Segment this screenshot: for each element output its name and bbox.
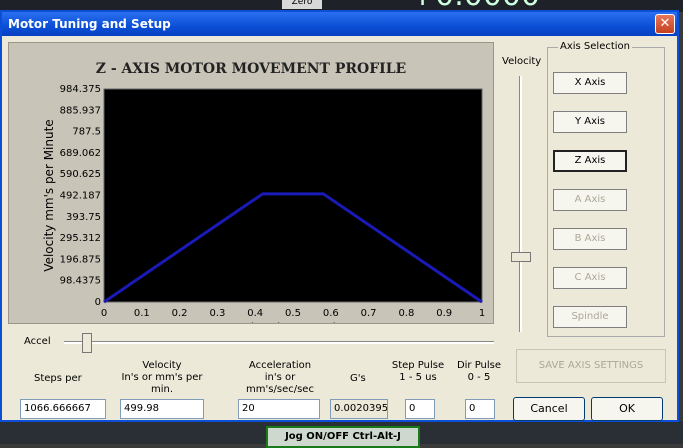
x-tick-label: 0: [101, 308, 107, 319]
y-tick-label: 98.4375: [60, 276, 101, 287]
axis-selection-title: Axis Selection: [558, 41, 633, 52]
x-tick-label: 0.3: [209, 308, 225, 319]
x-tick-label: 0.4: [247, 308, 263, 319]
motor-tuning-dialog: Motor Tuning and Setup ✕ Z - AXIS MOTOR …: [0, 10, 679, 422]
y-tick-label: 196.875: [60, 254, 101, 265]
dir-pulse-label-line1: Dir Pulse: [456, 360, 502, 371]
x-tick-label: 0.7: [361, 308, 377, 319]
acceleration-field[interactable]: 20: [238, 399, 320, 419]
x-tick-label: 0.9: [436, 308, 452, 319]
y-tick-label: 689.062: [60, 148, 101, 159]
velocity-label: Velocity In's or mm's per min.: [112, 360, 212, 396]
cancel-button[interactable]: Cancel: [513, 397, 585, 421]
x-tick-label: 1: [479, 308, 485, 319]
step-pulse-label-line2: 1 - 5 us: [399, 372, 437, 383]
axis-button-b-axis: B Axis: [553, 228, 627, 250]
background-jog-button: Jog ON/OFF Ctrl-Alt-J: [266, 426, 420, 448]
step-pulse-label: Step Pulse 1 - 5 us: [388, 360, 448, 384]
step-pulse-label-line1: Step Pulse: [391, 360, 445, 371]
x-tick-label: 0.6: [323, 308, 339, 319]
acceleration-label: Acceleration in's or mm's/sec/sec: [230, 360, 330, 396]
velocity-label-line2: In's or mm's per min.: [121, 372, 203, 395]
save-axis-settings-button[interactable]: SAVE AXIS SETTINGS: [516, 349, 666, 383]
y-tick-label: 590.625: [60, 169, 101, 180]
accel-slider-label: Accel: [24, 336, 51, 347]
gs-label: G's: [350, 373, 366, 384]
background-zero-button: Zero: [282, 0, 322, 9]
velocity-field[interactable]: 499.98: [120, 399, 204, 419]
accel-slider-thumb[interactable]: [82, 333, 92, 353]
x-tick-label: 0.1: [134, 308, 150, 319]
y-tick-label: 0: [95, 297, 101, 308]
accel-slider-track[interactable]: [64, 341, 494, 344]
axis-button-c-axis: C Axis: [553, 267, 627, 289]
dialog-titlebar: Motor Tuning and Setup ✕: [2, 12, 677, 36]
dir-pulse-label: Dir Pulse 0 - 5: [454, 360, 504, 384]
y-tick-label: 885.937: [60, 105, 101, 116]
dir-pulse-field[interactable]: 0: [465, 399, 495, 419]
y-axis-title: Velocity mm's per Minute: [42, 119, 56, 271]
y-tick-label: 984.375: [60, 84, 101, 95]
dialog-title: Motor Tuning and Setup: [8, 17, 171, 31]
axis-button-y-axis[interactable]: Y Axis: [553, 111, 627, 133]
x-axis-title: Time in Seconds: [243, 321, 342, 323]
axis-button-spindle: Spindle: [553, 306, 627, 328]
steps-per-field[interactable]: 1066.666667: [20, 399, 106, 419]
ok-button[interactable]: OK: [591, 397, 663, 421]
y-tick-label: 393.75: [66, 212, 101, 223]
velocity-label-line1: Velocity: [142, 360, 182, 371]
x-tick-label: 0.2: [172, 308, 188, 319]
axis-button-x-axis[interactable]: X Axis: [553, 72, 627, 94]
y-tick-label: 787.5: [72, 127, 101, 138]
steps-per-label: Steps per: [34, 373, 82, 384]
acceleration-label-line1: Acceleration: [248, 360, 312, 371]
gs-field: 0.0020395: [330, 399, 388, 419]
axis-button-a-axis: A Axis: [553, 189, 627, 211]
close-icon[interactable]: ✕: [655, 14, 675, 34]
y-tick-label: 492.187: [60, 191, 101, 202]
x-tick-label: 0.8: [398, 308, 414, 319]
axis-button-z-axis[interactable]: Z Axis: [553, 150, 627, 172]
plot-area: [103, 88, 483, 303]
chart-title: Z - AXIS MOTOR MOVEMENT PROFILE: [96, 61, 406, 77]
velocity-slider-track[interactable]: [519, 76, 522, 332]
dir-pulse-label-line2: 0 - 5: [467, 372, 491, 383]
chart-svg: Z - AXIS MOTOR MOVEMENT PROFILE 0 0.1 0.2 0.…: [42, 61, 485, 323]
x-tick-label: 0.5: [285, 308, 301, 319]
velocity-slider-label: Velocity: [502, 56, 542, 67]
motor-profile-chart: Z - AXIS MOTOR MOVEMENT PROFILE 0 0.1 0.2 0.…: [8, 42, 494, 324]
acceleration-label-line2: in's or mm's/sec/sec: [246, 372, 314, 395]
velocity-slider-thumb[interactable]: [511, 252, 531, 262]
y-tick-label: 295.312: [60, 233, 101, 244]
step-pulse-field[interactable]: 0: [405, 399, 435, 419]
